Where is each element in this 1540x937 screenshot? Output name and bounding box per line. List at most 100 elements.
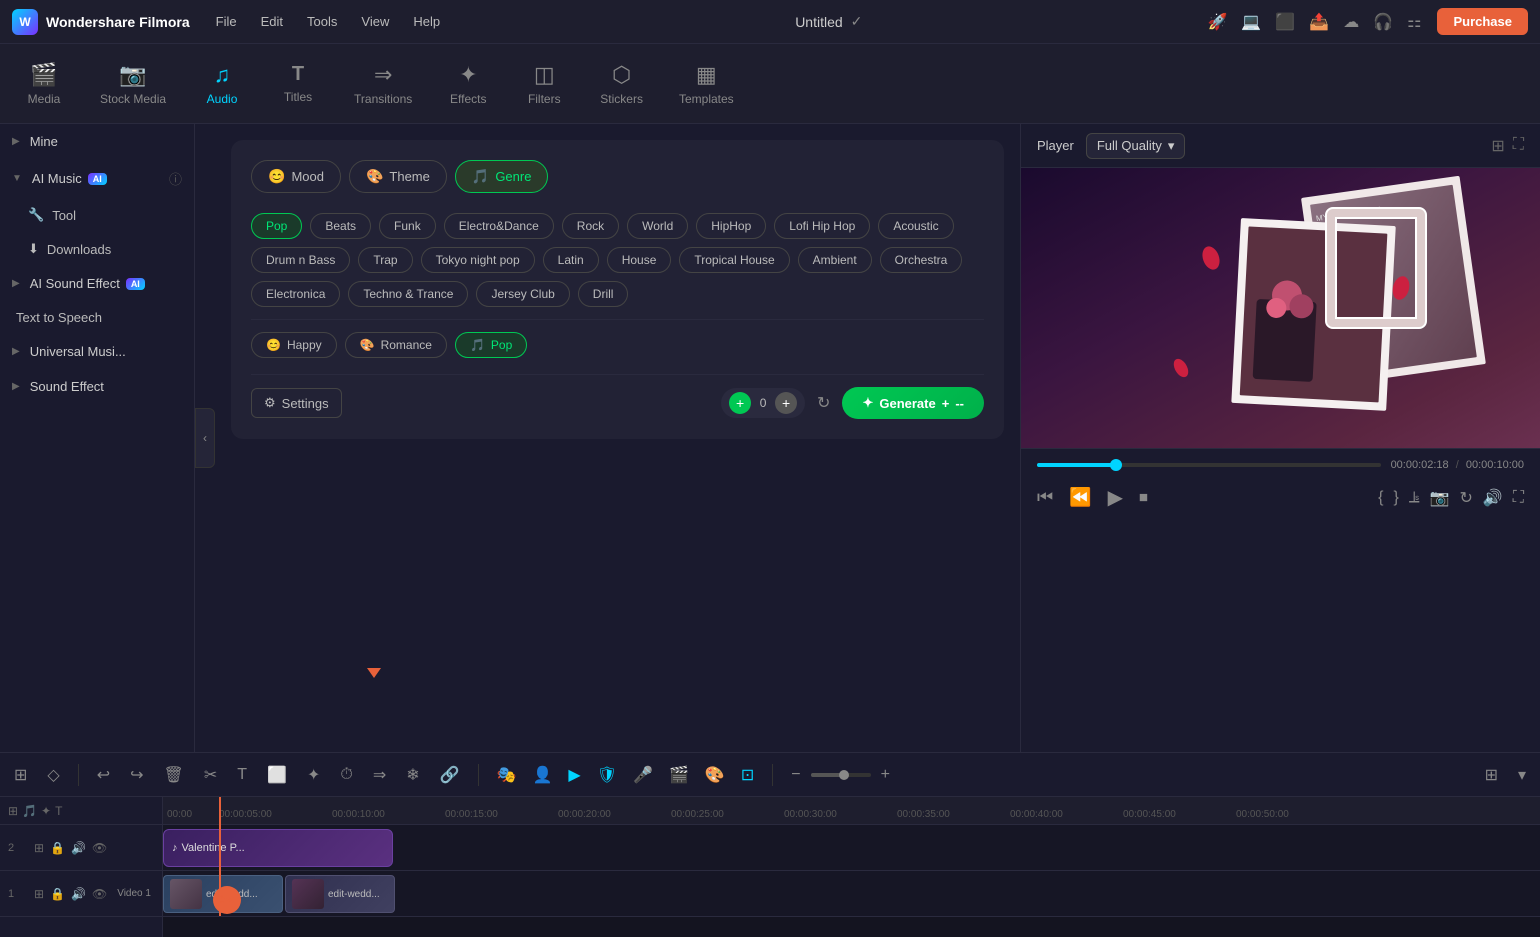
- zoom-slider[interactable]: [811, 773, 871, 777]
- add-audio-track-btn[interactable]: 🎵: [22, 804, 37, 818]
- sidebar-header-universal[interactable]: ▶ Universal Musi...: [0, 334, 194, 369]
- split-icon[interactable]: ⫡: [1409, 489, 1420, 507]
- delete-button[interactable]: 🗑: [158, 761, 190, 789]
- track2-add-btn[interactable]: ⊞: [34, 841, 44, 855]
- ai-scene-button[interactable]: 🎬: [663, 761, 695, 789]
- stop-button[interactable]: ⏹: [1139, 487, 1148, 508]
- sidebar-collapse-button[interactable]: ‹: [195, 408, 215, 468]
- text-button[interactable]: T: [231, 762, 253, 788]
- cut-button[interactable]: ✂: [198, 761, 223, 789]
- menu-help[interactable]: Help: [403, 10, 450, 33]
- genre-tag-acoustic[interactable]: Acoustic: [878, 213, 953, 239]
- more-options-button[interactable]: ▾: [1512, 761, 1532, 789]
- generate-button[interactable]: ✦ Generate + --: [842, 387, 984, 419]
- layout-icon[interactable]: ⬛: [1275, 12, 1295, 32]
- sidebar-header-ai-sound[interactable]: ▶ AI Sound Effect AI: [0, 266, 194, 301]
- track1-lock-btn[interactable]: 🔒: [50, 887, 65, 901]
- progress-bar[interactable]: [1037, 463, 1381, 467]
- play-button[interactable]: ▶: [1108, 485, 1123, 510]
- genre-tag-ambient[interactable]: Ambient: [798, 247, 872, 273]
- add-extra-button[interactable]: +: [775, 392, 797, 414]
- snapshot-icon[interactable]: 📷: [1430, 488, 1450, 508]
- menu-edit[interactable]: Edit: [251, 10, 293, 33]
- headset-icon[interactable]: 🎧: [1373, 12, 1393, 32]
- sidebar-item-downloads[interactable]: ⬇ Downloads: [0, 232, 194, 266]
- genre-tag-orchestra[interactable]: Orchestra: [880, 247, 963, 273]
- ai-remove-bg-button[interactable]: 🎭: [491, 761, 523, 789]
- ai-stabilize-button[interactable]: ⊡: [735, 761, 760, 789]
- monitor-icon[interactable]: 💻: [1241, 12, 1261, 32]
- video-clip-2[interactable]: edit-wedd...: [285, 875, 395, 913]
- layout-tl-button[interactable]: ⊞: [1479, 761, 1504, 789]
- tab-stickers[interactable]: ⬡ Stickers: [584, 54, 659, 114]
- link-button[interactable]: 🔗: [434, 761, 466, 789]
- add-video-track[interactable]: ⊞: [8, 804, 18, 818]
- ai-tab-mood[interactable]: 😊 Mood: [251, 160, 341, 193]
- genre-tag-drill[interactable]: Drill: [578, 281, 629, 307]
- genre-tag-lofi[interactable]: Lofi Hip Hop: [774, 213, 870, 239]
- tab-templates[interactable]: ▦ Templates: [663, 54, 750, 114]
- ai-color-button[interactable]: 🎨: [699, 761, 731, 789]
- menu-tools[interactable]: Tools: [297, 10, 347, 33]
- frame-back-button[interactable]: ⏪: [1069, 487, 1091, 508]
- tab-media[interactable]: 🎬 Media: [8, 54, 80, 114]
- transition-tl-button[interactable]: ⇒: [367, 761, 392, 789]
- sidebar-item-tts[interactable]: Text to Speech: [0, 301, 194, 334]
- redo-button[interactable]: ↪: [124, 761, 149, 789]
- track2-eye-btn[interactable]: 👁: [92, 841, 107, 855]
- add-effect-track[interactable]: ✦: [41, 804, 51, 818]
- ai-music-info-icon[interactable]: ⓘ: [169, 169, 182, 188]
- genre-tag-world[interactable]: World: [627, 213, 688, 239]
- track1-add-btn[interactable]: ⊞: [34, 887, 44, 901]
- settings-button[interactable]: ⚙ Settings: [251, 388, 342, 418]
- ai-shield-button[interactable]: 🛡: [591, 761, 623, 789]
- quality-select[interactable]: Full Quality ▾: [1086, 133, 1186, 159]
- genre-tag-rock[interactable]: Rock: [562, 213, 619, 239]
- ai-voice-button[interactable]: 🎤: [627, 761, 659, 789]
- track2-volume-btn[interactable]: 🔊: [71, 841, 86, 855]
- genre-tag-tropical[interactable]: Tropical House: [679, 247, 789, 273]
- tab-effects[interactable]: ✦ Effects: [432, 54, 504, 114]
- purchase-button[interactable]: Purchase: [1437, 8, 1528, 35]
- skip-back-button[interactable]: ⏮: [1037, 487, 1053, 508]
- genre-tag-electronica[interactable]: Electronica: [251, 281, 340, 307]
- auto-highlight-button[interactable]: ◇: [41, 761, 65, 789]
- freeze-button[interactable]: ❄: [400, 761, 425, 789]
- tab-stock-media[interactable]: 📷 Stock Media: [84, 54, 182, 114]
- download-cloud-icon[interactable]: ☁: [1343, 12, 1359, 32]
- mark-in-icon[interactable]: {: [1378, 489, 1383, 507]
- zoom-out-button[interactable]: −: [785, 762, 806, 788]
- grid-icon[interactable]: ⚏: [1407, 12, 1421, 32]
- add-track-button[interactable]: ⊞: [8, 761, 33, 789]
- selected-tag-pop[interactable]: 🎵 Pop: [455, 332, 527, 358]
- zoom-in-button[interactable]: +: [875, 762, 896, 788]
- track2-lock-btn[interactable]: 🔒: [50, 841, 65, 855]
- brush-button[interactable]: ✦: [301, 761, 326, 789]
- sidebar-header-sound-effect[interactable]: ▶ Sound Effect: [0, 369, 194, 404]
- tab-audio[interactable]: ♫ Audio: [186, 54, 258, 114]
- tab-filters[interactable]: ◫ Filters: [508, 54, 580, 114]
- genre-tag-electro-dance[interactable]: Electro&Dance: [444, 213, 554, 239]
- genre-tag-latin[interactable]: Latin: [543, 247, 599, 273]
- ai-tab-genre[interactable]: 🎵 Genre: [455, 160, 549, 193]
- sidebar-header-mine[interactable]: ▶ Mine: [0, 124, 194, 159]
- menu-view[interactable]: View: [351, 10, 399, 33]
- undo-button[interactable]: ↩: [91, 761, 116, 789]
- add-title-track[interactable]: T: [55, 804, 62, 818]
- crop-button[interactable]: ⬜: [261, 761, 293, 789]
- genre-tag-trap[interactable]: Trap: [358, 247, 412, 273]
- fullscreen-player-icon[interactable]: ⛶: [1513, 489, 1524, 507]
- menu-file[interactable]: File: [206, 10, 247, 33]
- selected-tag-happy[interactable]: 😊 Happy: [251, 332, 337, 358]
- selected-tag-romance[interactable]: 🎨 Romance: [345, 332, 447, 358]
- genre-tag-tokyo[interactable]: Tokyo night pop: [421, 247, 535, 273]
- genre-tag-house[interactable]: House: [607, 247, 672, 273]
- sidebar-item-tool[interactable]: 🔧 Tool: [0, 198, 194, 232]
- volume-icon[interactable]: 🔊: [1483, 488, 1503, 508]
- genre-tag-techno-trance[interactable]: Techno & Trance: [348, 281, 468, 307]
- track1-volume-btn[interactable]: 🔊: [71, 887, 86, 901]
- genre-tag-jersey-club[interactable]: Jersey Club: [476, 281, 569, 307]
- genre-tag-hiphop[interactable]: HipHop: [696, 213, 766, 239]
- ai-tab-theme[interactable]: 🎨 Theme: [349, 160, 447, 193]
- refresh-button[interactable]: ↻: [813, 389, 834, 417]
